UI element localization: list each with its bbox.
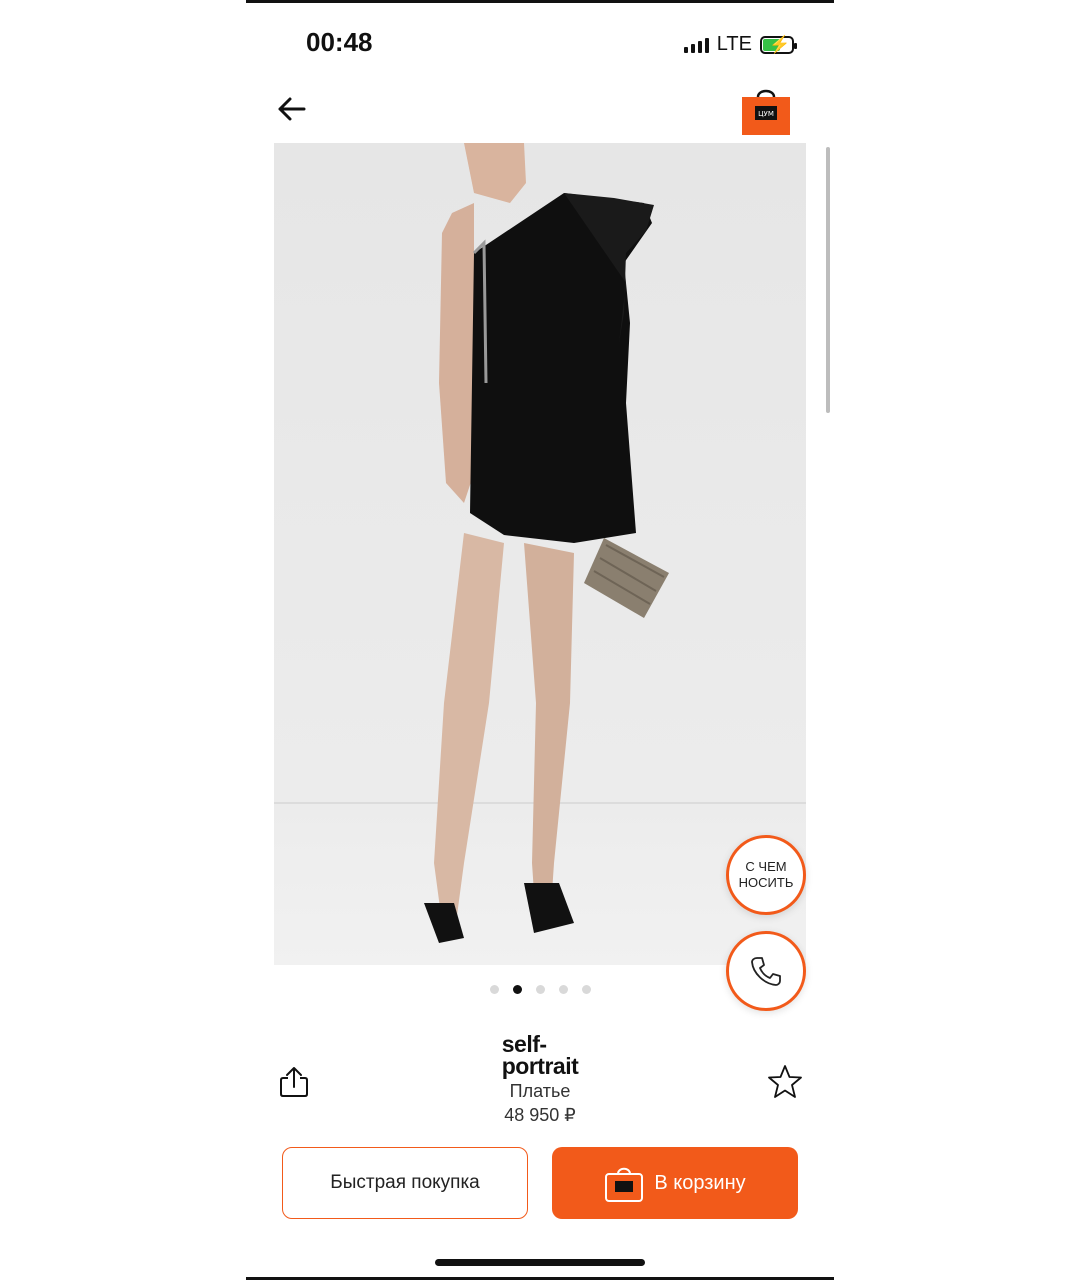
call-button[interactable] [726,931,806,1011]
status-indicators: LTE ⚡ [683,33,797,56]
gallery-dot-active[interactable] [512,985,522,994]
gallery-dot[interactable] [558,985,568,994]
product-image[interactable] [274,143,806,965]
star-icon [768,1065,802,1098]
gallery-dot[interactable] [535,985,545,994]
brand-line-2: portrait [501,1053,579,1079]
gallery-dot[interactable] [581,985,591,994]
phone-icon [751,957,781,986]
gallery-dot[interactable] [489,985,499,994]
status-time: 00:48 [306,27,373,57]
cart-button[interactable]: ЦУМ [740,85,792,137]
back-button[interactable] [274,91,310,127]
what-to-wear-button[interactable]: С ЧЕМ НОСИТЬ [726,835,806,915]
brand-line-1: self- [501,1031,547,1057]
what-to-wear-label: С ЧЕМ НОСИТЬ [738,859,794,890]
scrollbar[interactable] [826,147,830,413]
shopping-bag-icon: ЦУМ [742,89,790,135]
add-to-cart-label: В корзину [654,1171,746,1194]
product-photo [274,143,806,965]
shopping-bag-icon [605,1167,644,1202]
battery-icon: ⚡ [760,35,797,54]
product-name: Платье [509,1081,571,1101]
brand-logo[interactable]: self- portrait [246,1033,834,1079]
home-indicator[interactable] [435,1259,645,1266]
quick-buy-button[interactable]: Быстрая покупка [282,1147,528,1219]
favorite-button[interactable] [766,1063,804,1101]
phone-screen: 00:48 LTE ⚡ ЦУМ С ЧЕМ НОСИТЬ self- portr… [246,0,834,1280]
gallery-pagination [246,985,834,994]
cart-logo-text: ЦУМ [758,110,774,118]
product-price: 48 950 ₽ [504,1105,576,1125]
add-to-cart-button[interactable]: В корзину [552,1147,798,1219]
signal-icon [683,37,709,53]
network-type: LTE [716,33,752,55]
quick-buy-label: Быстрая покупка [330,1172,480,1193]
arrow-left-icon [278,97,306,121]
